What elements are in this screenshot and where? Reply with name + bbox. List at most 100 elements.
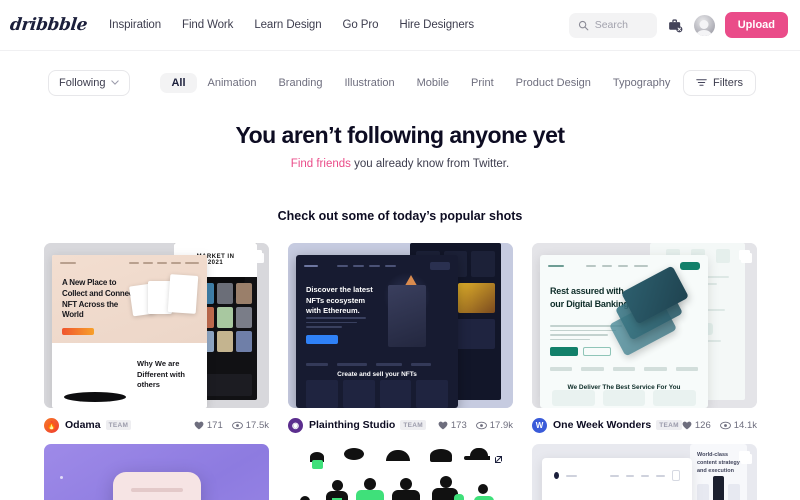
shot-thumbnail[interactable]: Discover the latest NFTs ecosystem with … <box>288 243 513 408</box>
dribbble-page: dribbble Inspiration Find Work Learn Des… <box>0 0 800 500</box>
empty-state-subtitle-rest: you already know from Twitter. <box>350 158 510 170</box>
filter-lines-icon <box>696 79 707 86</box>
views-count: 17.9k <box>489 419 513 431</box>
artwork-hero: A New Place to Collect and Connect NFT A… <box>52 255 207 343</box>
artwork-dark-title-line2: 2021 <box>207 260 224 266</box>
shot-meta: 🔥 Odama TEAM 171 17.5k <box>44 417 269 433</box>
artwork-logo-row <box>550 367 699 371</box>
artwork-headline: A New Place to Collect and Connect NFT A… <box>62 278 136 320</box>
team-badge: TEAM <box>400 419 426 431</box>
artwork-nav <box>60 260 199 265</box>
eye-icon <box>475 421 487 429</box>
artwork-cta-buttons <box>550 347 611 356</box>
empty-state: You aren’t following anyone yet Find fri… <box>0 99 800 170</box>
shot-meta: W One Week Wonders TEAM 126 14.1k <box>532 417 757 433</box>
search-input[interactable] <box>594 19 648 31</box>
views-count: 14.1k <box>733 419 757 431</box>
page-title: You aren’t following anyone yet <box>235 122 565 148</box>
team-badge: TEAM <box>656 419 682 431</box>
likes-stat: 171 <box>194 420 223 431</box>
avatar[interactable]: 🔥 <box>44 417 59 433</box>
artwork-cta-button <box>62 328 94 336</box>
tab-animation[interactable]: Animation <box>197 73 268 93</box>
shot-stats: 173 17.9k <box>438 420 513 431</box>
artwork-subtext <box>306 317 366 331</box>
tab-typography[interactable]: Typography <box>602 73 681 93</box>
briefcase-icon[interactable] <box>667 17 684 34</box>
shot-artwork: MARKET IN 2021 A New Place to Collect an… <box>44 243 269 408</box>
shot-thumbnail[interactable]: MARKET IN 2021 A New Place to Collect an… <box>44 243 269 408</box>
filters-label: Filters <box>713 76 743 89</box>
shot-thumbnail[interactable]: World-class content strategy and executi… <box>532 444 757 500</box>
artwork-isometric-illustration <box>358 271 450 369</box>
shot-grid-row-2: World-class content strategy and executi… <box>0 444 800 500</box>
chevron-down-icon <box>111 80 120 85</box>
artwork-dot <box>60 476 63 479</box>
main-nav: Inspiration Find Work Learn Design Go Pr… <box>109 19 474 31</box>
shot-artwork: Discover the latest NFTs ecosystem with … <box>288 243 513 408</box>
shot-card: Rest assured with our Digital Banking We… <box>532 243 757 433</box>
nav-item-find-work[interactable]: Find Work <box>182 19 233 31</box>
tab-all[interactable]: All <box>160 72 197 93</box>
artwork-logo-row <box>306 363 448 366</box>
shot-artwork: Rest assured with our Digital Banking We… <box>532 243 757 408</box>
category-tabs: All Animation Branding Illustration Mobi… <box>160 72 683 93</box>
tab-illustration[interactable]: Illustration <box>334 73 406 93</box>
upload-button[interactable]: Upload <box>724 12 788 38</box>
shot-thumbnail[interactable] <box>288 444 513 500</box>
tab-mobile[interactable]: Mobile <box>406 73 460 93</box>
tab-print[interactable]: Print <box>460 73 505 93</box>
likes-count: 126 <box>694 419 711 431</box>
shot-author[interactable]: One Week Wonders <box>553 419 651 431</box>
likes-count: 173 <box>450 419 467 431</box>
views-stat: 17.9k <box>475 419 513 431</box>
nav-item-hire-designers[interactable]: Hire Designers <box>399 19 474 31</box>
multiple-shots-stack-icon <box>247 250 264 264</box>
heart-icon <box>682 421 692 429</box>
heart-icon <box>438 421 448 429</box>
heart-icon <box>194 421 204 429</box>
artwork-cta-button <box>306 335 338 344</box>
filters-button[interactable]: Filters <box>683 69 756 96</box>
team-badge: TEAM <box>105 419 132 431</box>
views-stat: 14.1k <box>719 419 757 431</box>
artwork-phone-mockup <box>112 472 201 500</box>
shot-card: MARKET IN 2021 A New Place to Collect an… <box>44 243 269 433</box>
views-count: 17.5k <box>245 419 269 431</box>
multiple-shots-stack-icon <box>735 451 752 465</box>
shot-author[interactable]: Odama <box>65 419 101 431</box>
nav-item-go-pro[interactable]: Go Pro <box>343 19 379 31</box>
tab-product-design[interactable]: Product Design <box>505 73 602 93</box>
following-dropdown[interactable]: Following <box>48 69 131 96</box>
shot-card: Discover the latest NFTs ecosystem with … <box>288 243 513 433</box>
user-avatar-icon[interactable] <box>693 14 715 36</box>
avatar[interactable]: ◉ <box>288 417 303 433</box>
artwork-credit-cards <box>608 265 700 357</box>
shot-grid-row-1: MARKET IN 2021 A New Place to Collect an… <box>0 243 800 433</box>
filter-bar: Following All Animation Branding Illustr… <box>0 51 800 99</box>
shot-stats: 126 14.1k <box>682 420 757 431</box>
nav-item-learn-design[interactable]: Learn Design <box>254 19 321 31</box>
shot-author[interactable]: Plainthing Studio <box>309 419 395 431</box>
header-actions: Upload <box>568 12 788 38</box>
artwork-side-text: World-class content strategy and executi… <box>697 452 740 474</box>
artwork-nft-row <box>306 380 448 408</box>
tab-branding[interactable]: Branding <box>267 73 333 93</box>
nav-item-inspiration[interactable]: Inspiration <box>109 19 161 31</box>
search-icon <box>578 20 589 30</box>
artwork-section-title: Create and sell your NFTs <box>337 371 417 378</box>
avatar[interactable]: W <box>532 417 547 433</box>
find-friends-link[interactable]: Find friends <box>291 158 351 170</box>
search-box[interactable] <box>568 12 657 38</box>
artwork-front-panel: Discover the latest NFTs ecosystem with … <box>296 255 458 408</box>
following-label: Following <box>59 76 106 89</box>
artwork-front-panel: Rest assured with our Digital Banking We… <box>540 255 708 408</box>
artwork-feature-icons <box>552 390 696 406</box>
shot-thumbnail[interactable]: Rest assured with our Digital Banking We… <box>532 243 757 408</box>
shot-thumbnail[interactable] <box>44 444 269 500</box>
artwork-nav <box>548 262 700 270</box>
multiple-shots-stack-icon <box>735 250 752 264</box>
empty-state-subtitle: Find friends you already know from Twitt… <box>0 158 800 170</box>
dribbble-logo[interactable]: dribbble <box>9 15 88 35</box>
artwork-light-panel: A New Place to Collect and Connect NFT A… <box>52 255 207 408</box>
